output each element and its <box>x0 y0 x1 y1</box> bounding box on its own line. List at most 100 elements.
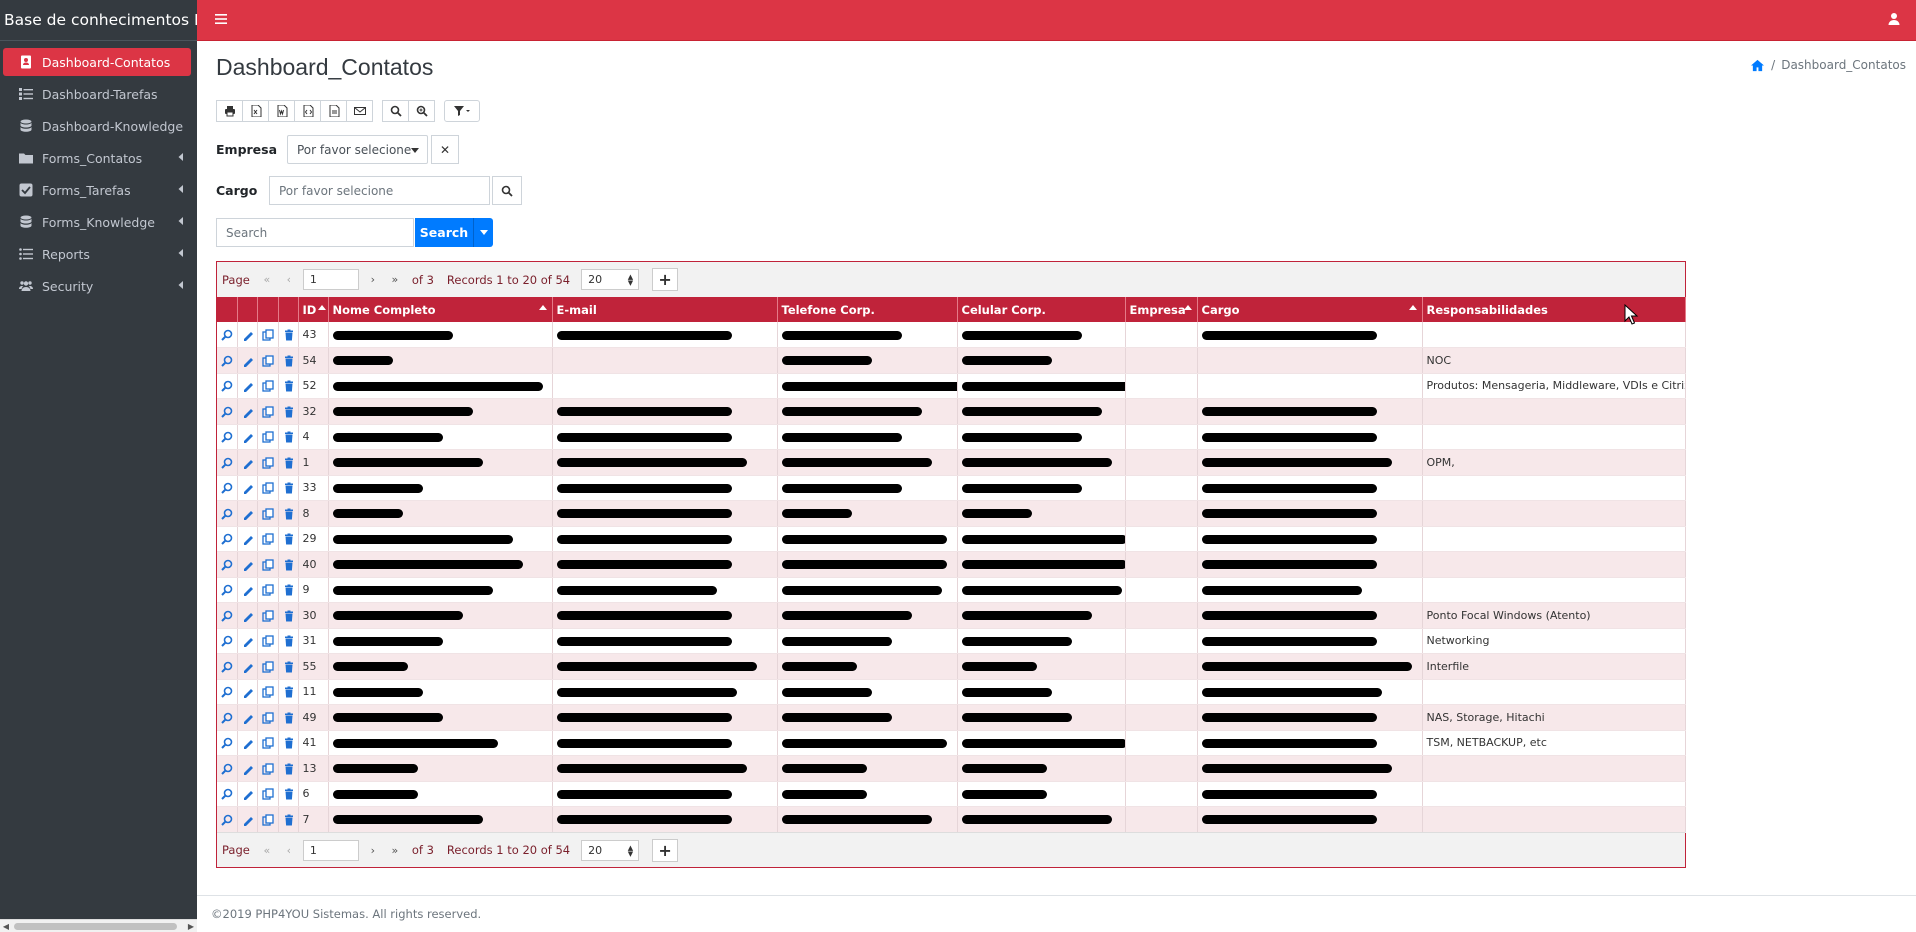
last-page-icon[interactable]: » <box>384 273 406 286</box>
add-record-button[interactable]: + <box>652 268 679 291</box>
edit-record-button[interactable] <box>237 449 258 476</box>
copy-record-button[interactable] <box>257 526 279 552</box>
copy-record-button[interactable] <box>257 781 279 807</box>
sidebar-item-forms-contatos[interactable]: Forms_Contatos <box>3 144 191 172</box>
col-header-celular[interactable]: Celular Corp. <box>957 297 1126 322</box>
edit-record-button[interactable] <box>237 755 258 782</box>
prev-page-icon[interactable]: ‹ <box>278 844 300 857</box>
edit-record-button[interactable] <box>237 577 258 603</box>
table-row[interactable]: 54 NOC <box>217 347 1686 374</box>
copy-record-button[interactable] <box>257 653 279 680</box>
edit-record-button[interactable] <box>237 500 258 527</box>
next-page-icon[interactable]: › <box>362 844 384 857</box>
delete-record-button[interactable] <box>278 781 299 807</box>
copy-record-button[interactable] <box>257 755 279 782</box>
view-record-button[interactable] <box>217 424 238 450</box>
export-word-button[interactable] <box>268 100 295 122</box>
col-header-responsabilidades[interactable]: Responsabilidades <box>1422 297 1686 322</box>
copy-record-button[interactable] <box>257 500 279 527</box>
table-row[interactable]: 9 <box>217 577 1686 603</box>
export-csv-button[interactable] <box>320 100 347 122</box>
sidebar-item-forms-knowledge[interactable]: Forms_Knowledge <box>3 208 191 236</box>
table-row[interactable]: 6 <box>217 781 1686 807</box>
col-header-empresa[interactable]: Empresa <box>1125 297 1198 322</box>
first-page-icon[interactable]: « <box>256 844 278 857</box>
edit-record-button[interactable] <box>237 781 258 807</box>
delete-record-button[interactable] <box>278 679 299 705</box>
view-record-button[interactable] <box>217 500 238 527</box>
view-record-button[interactable] <box>217 602 238 629</box>
delete-record-button[interactable] <box>278 806 299 833</box>
delete-record-button[interactable] <box>278 551 299 578</box>
copy-record-button[interactable] <box>257 704 279 731</box>
view-record-button[interactable] <box>217 704 238 731</box>
edit-record-button[interactable] <box>237 475 258 501</box>
view-record-button[interactable] <box>217 373 238 399</box>
page-number-input[interactable]: 1 <box>302 839 359 861</box>
cargo-search-button[interactable] <box>492 176 522 205</box>
sidebar-item-reports[interactable]: Reports <box>3 240 191 268</box>
table-row[interactable]: 40 <box>217 551 1686 578</box>
sidebar-scrollbar[interactable]: ◀ ▶ <box>0 919 197 932</box>
view-record-button[interactable] <box>217 577 238 603</box>
home-icon[interactable] <box>1750 59 1765 72</box>
sidebar-item-dashboard-contatos[interactable]: Dashboard-Contatos <box>3 48 191 76</box>
view-record-button[interactable] <box>217 475 238 501</box>
search-input[interactable]: Search <box>216 218 414 247</box>
copy-record-button[interactable] <box>257 602 279 629</box>
copy-record-button[interactable] <box>257 373 279 399</box>
edit-record-button[interactable] <box>237 551 258 578</box>
edit-record-button[interactable] <box>237 806 258 833</box>
page-size-select[interactable]: 20 ▲ ▼ <box>581 839 640 861</box>
sidebar-item-forms-tarefas[interactable]: Forms_Tarefas <box>3 176 191 204</box>
copy-record-button[interactable] <box>257 730 279 756</box>
view-record-button[interactable] <box>217 755 238 782</box>
copy-record-button[interactable] <box>257 347 279 374</box>
scroll-left-icon[interactable]: ◀ <box>0 920 12 932</box>
search-options-dropdown[interactable] <box>473 218 493 247</box>
empresa-select[interactable]: Por favor selecione <box>287 135 428 164</box>
page-number-input[interactable]: 1 <box>302 269 359 290</box>
hamburger-menu-icon[interactable] <box>214 12 228 26</box>
sidebar-item-security[interactable]: Security <box>3 272 191 300</box>
copy-record-button[interactable] <box>257 679 279 705</box>
first-page-icon[interactable]: « <box>256 273 278 286</box>
table-row[interactable]: 33 <box>217 475 1686 501</box>
table-row[interactable]: 41 TSM, NETBACKUP, etc <box>217 730 1686 756</box>
col-header-telefone[interactable]: Telefone Corp. <box>777 297 958 322</box>
table-row[interactable]: 55 Interfile <box>217 653 1686 680</box>
sidebar-item-dashboard-knowledge[interactable]: Dashboard-Knowledge <box>3 112 191 140</box>
table-row[interactable]: 11 <box>217 679 1686 705</box>
edit-record-button[interactable] <box>237 628 258 654</box>
delete-record-button[interactable] <box>278 500 299 527</box>
delete-record-button[interactable] <box>278 449 299 476</box>
edit-record-button[interactable] <box>237 424 258 450</box>
table-row[interactable]: 52 Produtos: Mensageria, Middleware, VDIs… <box>217 373 1686 399</box>
delete-record-button[interactable] <box>278 424 299 450</box>
copy-record-button[interactable] <box>257 449 279 476</box>
app-brand[interactable]: Base de conhecimentos PHP <box>0 0 197 41</box>
copy-record-button[interactable] <box>257 628 279 654</box>
view-record-button[interactable] <box>217 347 238 374</box>
user-icon[interactable] <box>1887 12 1901 26</box>
view-record-button[interactable] <box>217 526 238 552</box>
edit-record-button[interactable] <box>237 653 258 680</box>
delete-record-button[interactable] <box>278 526 299 552</box>
edit-record-button[interactable] <box>237 526 258 552</box>
view-record-button[interactable] <box>217 806 238 833</box>
delete-record-button[interactable] <box>278 704 299 731</box>
edit-record-button[interactable] <box>237 679 258 705</box>
col-header-nome[interactable]: Nome Completo <box>328 297 553 322</box>
view-record-button[interactable] <box>217 781 238 807</box>
edit-record-button[interactable] <box>237 373 258 399</box>
view-record-button[interactable] <box>217 653 238 680</box>
table-row[interactable]: 13 <box>217 755 1686 782</box>
table-row[interactable]: 29 <box>217 526 1686 552</box>
view-record-button[interactable] <box>217 551 238 578</box>
edit-record-button[interactable] <box>237 347 258 374</box>
table-row[interactable]: 31 Networking <box>217 628 1686 654</box>
delete-record-button[interactable] <box>278 653 299 680</box>
table-row[interactable]: 8 <box>217 500 1686 527</box>
scrollbar-thumb[interactable] <box>14 923 177 930</box>
add-record-button[interactable]: + <box>652 838 679 862</box>
